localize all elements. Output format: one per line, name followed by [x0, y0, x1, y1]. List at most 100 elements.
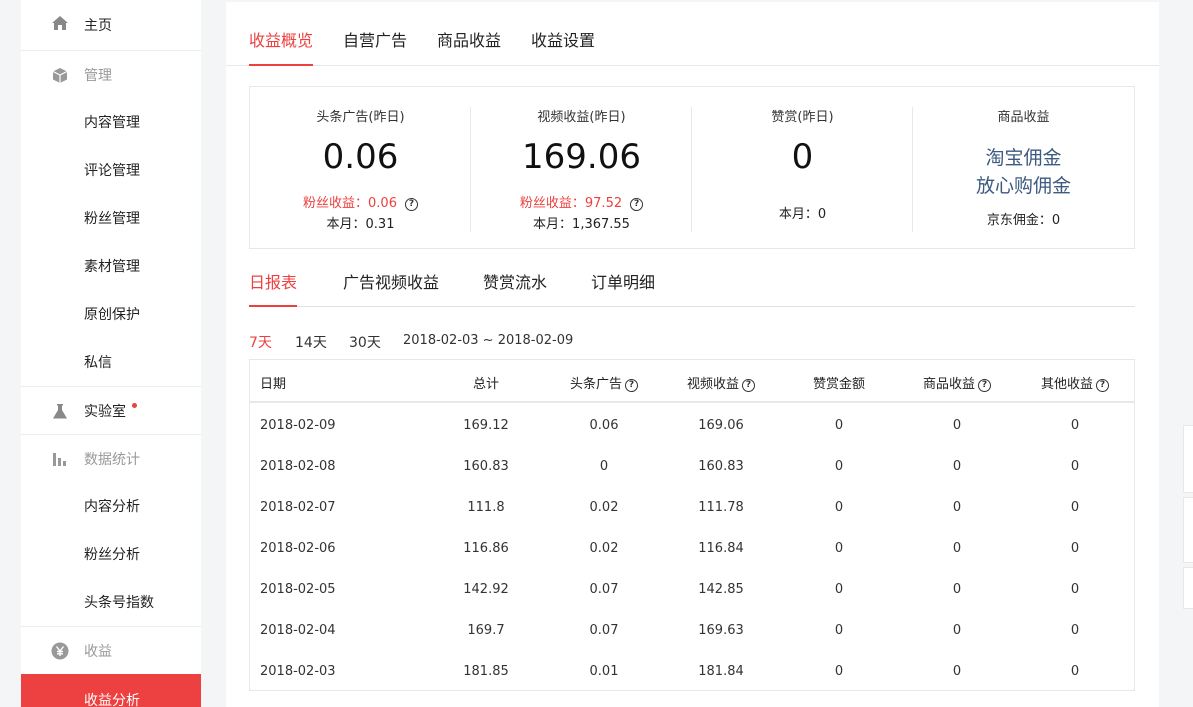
table-cell: 0	[834, 623, 844, 638]
table-cell: 142.85	[698, 582, 744, 597]
sidebar: 主页 管理 内容管理 评论管理 粉丝管理 素材管理 原创保护 私信 实验室 数据…	[21, 0, 201, 707]
help-icon[interactable]: ?	[625, 379, 638, 392]
header-date: 日期	[260, 377, 287, 392]
daily-report-table: 日期 总计 头条广告? 视频收益? 赞赏金额 商品收益? 其他收益? 2018-…	[249, 359, 1135, 691]
help-icon[interactable]: ?	[630, 198, 644, 211]
sidebar-item-income-analysis[interactable]: 收益分析	[21, 674, 201, 707]
table-cell: 0	[1070, 664, 1080, 679]
header-goods-income: 商品收益?	[907, 373, 1007, 392]
card-value: 0	[791, 137, 814, 177]
table-cell: 2018-02-04	[260, 623, 336, 638]
card-title: 商品收益	[997, 110, 1050, 125]
sidebar-item-comment-manage[interactable]: 评论管理	[21, 146, 201, 194]
table-cell: 160.83	[698, 459, 744, 474]
table-cell: 0	[952, 582, 962, 597]
tab-income-settings[interactable]: 收益设置	[531, 27, 595, 66]
table-cell: 0	[834, 541, 844, 556]
tab-reward-flow[interactable]: 赞赏流水	[483, 269, 547, 307]
table-cell: 0.07	[589, 582, 619, 597]
sidebar-item-content-analysis[interactable]: 内容分析	[21, 482, 201, 530]
date-range-picker[interactable]: 2018-02-03 ~ 2018-02-09	[403, 333, 573, 348]
table-cell: 0	[834, 500, 844, 515]
table-cell: 0	[1070, 582, 1080, 597]
sidebar-item-home[interactable]: 主页	[21, 0, 201, 50]
sidebar-item-account-index[interactable]: 头条号指数	[21, 578, 201, 626]
sidebar-item-lab[interactable]: 实验室	[21, 386, 201, 434]
table-cell: 2018-02-07	[260, 500, 336, 515]
tab-goods-income[interactable]: 商品收益	[437, 27, 501, 66]
range-7-days[interactable]: 7天	[249, 332, 272, 352]
cube-icon	[51, 66, 69, 84]
table-cell: 0.02	[589, 500, 619, 515]
table-cell: 0.02	[589, 541, 619, 556]
table-row: 2018-02-03 181.85 0.01 181.84 0 0 0	[250, 651, 1134, 692]
card-title: 视频收益(昨日)	[537, 110, 626, 125]
card-title: 赞赏(昨日)	[771, 110, 834, 125]
flask-icon	[51, 402, 69, 420]
tab-daily-report[interactable]: 日报表	[249, 269, 298, 307]
table-cell: 2018-02-06	[260, 541, 336, 556]
fangxingou-commission-link[interactable]: 放心购佣金	[913, 171, 1134, 198]
yen-icon	[51, 642, 69, 660]
tab-self-ads[interactable]: 自营广告	[343, 27, 407, 66]
table-cell: 0	[952, 418, 962, 433]
table-cell: 0	[1070, 541, 1080, 556]
month-income: 本月：1,367.55	[533, 217, 630, 232]
table-cell: 116.84	[698, 541, 744, 556]
table-cell: 0	[952, 664, 962, 679]
scroll-edge	[1183, 497, 1193, 563]
sidebar-item-fans-manage[interactable]: 粉丝管理	[21, 194, 201, 242]
table-row: 2018-02-08 160.83 0 160.83 0 0 0	[250, 446, 1134, 487]
sidebar-group-income[interactable]: 收益	[21, 626, 201, 674]
sidebar-group-stats[interactable]: 数据统计	[21, 434, 201, 482]
table-cell: 0	[1070, 623, 1080, 638]
table-cell: 0	[834, 459, 844, 474]
tab-income-overview[interactable]: 收益概览	[249, 27, 314, 66]
table-cell: 169.7	[467, 623, 505, 638]
table-cell: 111.8	[467, 500, 505, 515]
scroll-edge	[1183, 567, 1193, 609]
table-cell: 0.01	[589, 664, 619, 679]
card-video: 视频收益(昨日) 169.06 粉丝收益：97.52? 本月：1,367.55	[471, 87, 692, 248]
sidebar-item-fans-analysis[interactable]: 粉丝分析	[21, 530, 201, 578]
table-cell: 116.86	[463, 541, 509, 556]
table-cell: 0	[599, 459, 609, 474]
tab-ad-video-income[interactable]: 广告视频收益	[343, 269, 439, 307]
notification-dot	[132, 403, 137, 408]
sidebar-item-material-manage[interactable]: 素材管理	[21, 242, 201, 290]
sidebar-item-messages[interactable]: 私信	[21, 338, 201, 386]
table-row: 2018-02-07 111.8 0.02 111.78 0 0 0	[250, 487, 1134, 528]
card-value: 169.06	[522, 137, 641, 177]
header-toutiao-ad: 头条广告?	[554, 373, 654, 392]
table-cell: 0.06	[589, 418, 619, 433]
table-row: 2018-02-09 169.12 0.06 169.06 0 0 0	[250, 405, 1134, 446]
report-tabs: 日报表 广告视频收益 赞赏流水 订单明细	[249, 250, 1135, 307]
sidebar-item-content-manage[interactable]: 内容管理	[21, 98, 201, 146]
header-video-income: 视频收益?	[671, 373, 771, 392]
tab-order-details[interactable]: 订单明细	[591, 269, 655, 307]
income-summary: 头条广告(昨日) 0.06 粉丝收益：0.06? 本月：0.31 视频收益(昨日…	[249, 86, 1135, 249]
help-icon[interactable]: ?	[1096, 379, 1109, 392]
month-income: 本月：0	[778, 207, 827, 222]
table-cell: 2018-02-08	[260, 459, 336, 474]
sidebar-item-original-protect[interactable]: 原创保护	[21, 290, 201, 338]
jd-commission: 京东佣金：0	[986, 213, 1061, 228]
home-icon	[51, 14, 69, 32]
table-cell: 160.83	[463, 459, 509, 474]
range-14-days[interactable]: 14天	[295, 332, 327, 352]
table-cell: 169.63	[698, 623, 744, 638]
table-cell: 181.85	[463, 664, 509, 679]
table-cell: 0	[1070, 459, 1080, 474]
table-cell: 181.84	[698, 664, 744, 679]
help-icon[interactable]: ?	[404, 198, 418, 211]
sidebar-group-manage[interactable]: 管理	[21, 50, 201, 98]
table-cell: 0	[1070, 418, 1080, 433]
card-toutiao-ad: 头条广告(昨日) 0.06 粉丝收益：0.06? 本月：0.31	[250, 87, 471, 248]
table-cell: 169.06	[698, 418, 744, 433]
range-30-days[interactable]: 30天	[349, 332, 381, 352]
help-icon[interactable]: ?	[742, 379, 755, 392]
table-cell: 2018-02-09	[260, 418, 336, 433]
header-reward-amount: 赞赏金额	[812, 377, 865, 392]
help-icon[interactable]: ?	[978, 379, 991, 392]
taobao-commission-link[interactable]: 淘宝佣金	[913, 143, 1134, 170]
